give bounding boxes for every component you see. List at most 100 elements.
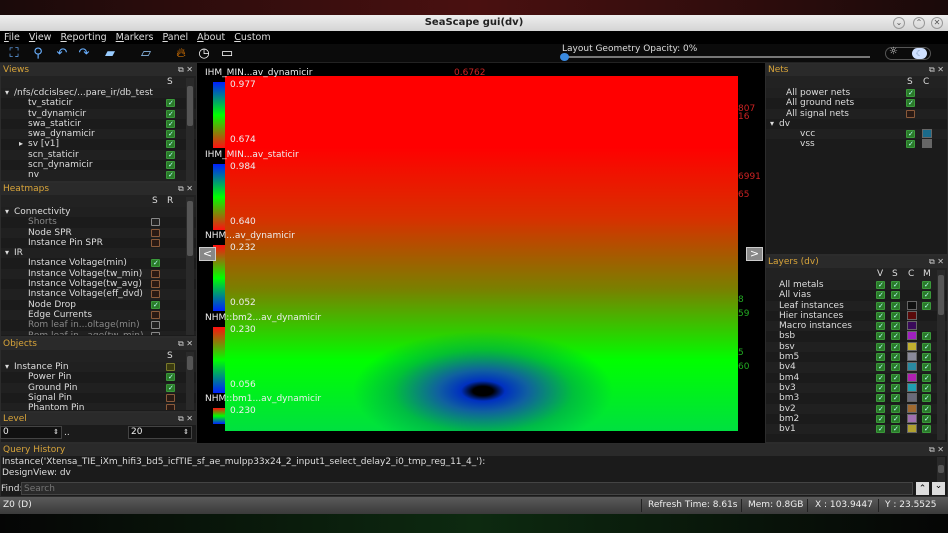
- checkbox[interactable]: [891, 321, 900, 331]
- undo-icon[interactable]: ↶: [54, 46, 70, 61]
- checkbox[interactable]: [906, 139, 915, 150]
- menu-file[interactable]: File: [4, 31, 20, 44]
- heatmaps-item[interactable]: Instance Voltage(tw_avg): [1, 279, 196, 289]
- heatmaps-item[interactable]: Edge Currents: [1, 309, 196, 321]
- layers-item[interactable]: All vias: [766, 290, 947, 301]
- layers-item[interactable]: bv1: [766, 424, 947, 434]
- checkbox[interactable]: [876, 362, 885, 373]
- checkbox[interactable]: [166, 404, 175, 410]
- menu-custom[interactable]: Custom: [234, 31, 270, 44]
- close-button[interactable]: ✕: [931, 17, 943, 29]
- checkbox[interactable]: [891, 414, 900, 424]
- layer-color-swatch[interactable]: [907, 413, 917, 423]
- layers-item[interactable]: bv3: [766, 382, 947, 393]
- heatmaps-item[interactable]: Instance Voltage(tw_min): [1, 268, 196, 280]
- clock-icon[interactable]: ◷: [196, 46, 212, 61]
- find-search-input[interactable]: [21, 482, 913, 495]
- checkbox[interactable]: [876, 301, 885, 311]
- views-item[interactable]: swa_dynamicir: [1, 129, 196, 139]
- checkbox[interactable]: [151, 310, 160, 319]
- menu-markers[interactable]: Markers: [116, 31, 154, 44]
- checkbox[interactable]: [876, 311, 885, 321]
- menu-panel[interactable]: Panel: [162, 31, 188, 44]
- layers-item[interactable]: bsv: [766, 341, 947, 352]
- checkbox[interactable]: [891, 280, 900, 290]
- checkbox[interactable]: [151, 238, 160, 247]
- checkbox[interactable]: [876, 280, 885, 290]
- previous-button[interactable]: <: [199, 247, 216, 261]
- layer-color-swatch[interactable]: [907, 352, 917, 362]
- views-item[interactable]: tv_dynamicir: [1, 108, 196, 119]
- panel-float-close-icon[interactable]: ⧉ ✕: [178, 413, 193, 425]
- expand-arrow-icon[interactable]: ▾: [5, 207, 9, 217]
- checkbox[interactable]: [891, 352, 900, 362]
- find-previous-button[interactable]: ⌃: [916, 482, 929, 495]
- checkbox[interactable]: [876, 404, 885, 414]
- level-from-spinbox[interactable]: 0 ⇕: [0, 426, 62, 439]
- opacity-slider-handle[interactable]: [560, 53, 569, 61]
- checkbox[interactable]: [876, 383, 885, 393]
- checkbox[interactable]: [906, 98, 915, 109]
- checkbox[interactable]: [922, 331, 931, 342]
- layer-color-swatch[interactable]: [907, 300, 917, 310]
- layer-color-swatch[interactable]: [907, 403, 917, 413]
- views-item[interactable]: ▾ /nfs/cdcislsec/...pare_ir/db_test: [1, 88, 196, 99]
- checkbox[interactable]: [922, 290, 931, 301]
- menu-view[interactable]: View: [29, 31, 52, 44]
- layers-item[interactable]: Hier instances: [766, 310, 947, 321]
- ruler-icon[interactable]: ▰: [102, 46, 118, 61]
- checkbox[interactable]: [891, 331, 900, 342]
- layer-color-swatch[interactable]: [907, 393, 917, 403]
- panel-float-close-icon[interactable]: ⧉ ✕: [929, 64, 944, 76]
- nets-item[interactable]: All ground nets: [766, 98, 947, 109]
- layer-color-swatch[interactable]: [907, 372, 917, 382]
- layers-item[interactable]: bm5: [766, 352, 947, 362]
- checkbox[interactable]: [922, 352, 931, 362]
- checkbox[interactable]: [891, 342, 900, 352]
- expand-arrow-icon[interactable]: ▾: [5, 88, 9, 98]
- views-item[interactable]: ▸ sv [v1]: [1, 139, 196, 150]
- views-item[interactable]: swa_staticir: [1, 119, 196, 129]
- expand-arrow-icon[interactable]: ▸: [19, 139, 23, 149]
- heatmaps-item[interactable]: Shorts: [1, 217, 196, 227]
- checkbox[interactable]: [151, 218, 160, 227]
- checkbox[interactable]: [876, 321, 885, 331]
- menu-reporting[interactable]: Reporting: [60, 31, 106, 44]
- heatmaps-item[interactable]: Instance Voltage(eff_dvd): [1, 289, 196, 300]
- layers-item[interactable]: Leaf instances: [766, 300, 947, 311]
- objects-scrollbar[interactable]: [186, 352, 194, 410]
- checkbox[interactable]: [166, 383, 175, 393]
- checkbox[interactable]: [151, 290, 160, 299]
- layer-color-swatch[interactable]: [907, 341, 917, 351]
- fit-view-icon[interactable]: ⛶: [6, 46, 22, 61]
- layer-color-swatch[interactable]: [907, 362, 917, 372]
- checkbox[interactable]: [891, 362, 900, 373]
- query-log[interactable]: Instance('Xtensa_TIE_iXm_hifi3_bd5_icfTI…: [1, 457, 939, 482]
- find-next-button[interactable]: ⌄: [932, 482, 945, 495]
- views-item[interactable]: scn_dynamicir: [1, 160, 196, 170]
- checkbox[interactable]: [891, 290, 900, 301]
- layer-color-swatch[interactable]: [907, 321, 917, 331]
- nets-item[interactable]: vss: [766, 139, 947, 150]
- net-color-swatch[interactable]: [922, 139, 932, 149]
- checkbox[interactable]: [876, 331, 885, 342]
- checkbox[interactable]: [891, 424, 900, 434]
- checkbox[interactable]: [151, 269, 160, 278]
- checkbox[interactable]: [922, 393, 931, 404]
- panel-float-close-icon[interactable]: ⧉ ✕: [178, 338, 193, 350]
- checkbox[interactable]: [922, 280, 931, 290]
- layer-color-swatch[interactable]: [907, 331, 917, 341]
- opacity-slider[interactable]: [560, 53, 870, 61]
- redo-icon[interactable]: ↷: [76, 46, 92, 61]
- layer-color-swatch[interactable]: [907, 424, 917, 434]
- layers-item[interactable]: Macro instances: [766, 321, 947, 331]
- layers-item[interactable]: bm3: [766, 393, 947, 404]
- layers-item[interactable]: bm4: [766, 372, 947, 383]
- nets-item[interactable]: vcc: [766, 129, 947, 139]
- checkbox[interactable]: [891, 404, 900, 414]
- checkbox[interactable]: [151, 331, 160, 335]
- nets-item[interactable]: ▾ dv: [766, 119, 947, 129]
- checkbox[interactable]: [166, 119, 175, 129]
- heatmaps-item[interactable]: Node Drop: [1, 300, 196, 310]
- objects-item[interactable]: Phantom Pin: [1, 403, 196, 410]
